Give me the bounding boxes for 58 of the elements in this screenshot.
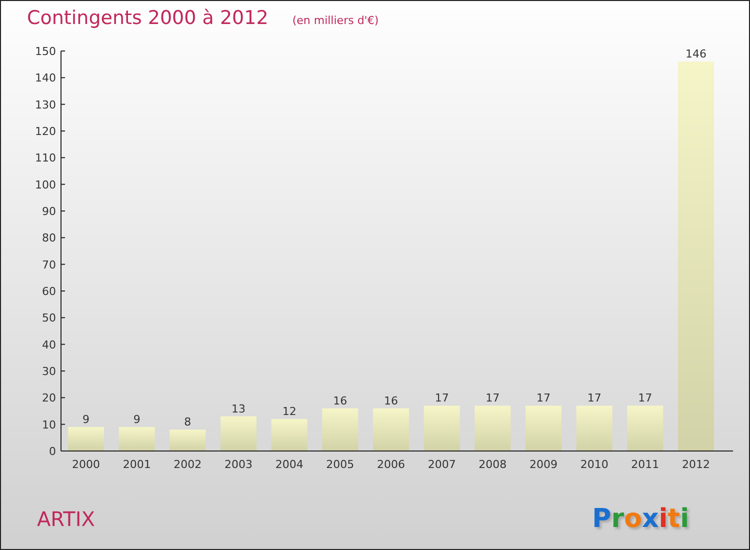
y-tick-label: 130	[35, 98, 56, 112]
y-tick-label: 100	[35, 178, 56, 192]
y-tick-label: 70	[42, 258, 56, 272]
bar	[68, 427, 104, 451]
y-tick-label: 30	[42, 365, 56, 378]
data-label: 8	[184, 416, 192, 429]
bar	[526, 406, 562, 451]
data-label: 16	[333, 394, 348, 408]
data-label: 9	[133, 413, 140, 426]
logo: Proxiti	[592, 504, 689, 534]
data-label: 17	[638, 392, 652, 405]
x-tick-label: 2003	[224, 458, 252, 471]
data-label: 17	[434, 392, 449, 405]
y-tick-label: 60	[42, 285, 56, 298]
commune-name: ARTIX	[37, 507, 95, 531]
x-tick-label: 2002	[174, 458, 202, 471]
y-tick-label: 110	[35, 152, 56, 165]
bar	[627, 406, 664, 451]
bar	[170, 430, 206, 451]
data-label: 12	[282, 405, 296, 418]
y-tick-label: 20	[42, 392, 56, 405]
data-label: 17	[486, 392, 500, 405]
x-tick-label: 2012	[682, 458, 710, 471]
y-tick-label: 150	[35, 45, 56, 58]
y-tick-label: 90	[42, 205, 56, 218]
bar	[118, 427, 155, 451]
bar	[373, 408, 409, 451]
data-label: 17	[536, 392, 550, 405]
unit-label: (en milliers d'€)	[292, 14, 379, 27]
x-tick-label: 2011	[631, 458, 660, 471]
data-label: 16	[384, 394, 398, 408]
data-label: 9	[82, 413, 90, 426]
bar	[424, 406, 460, 451]
bar	[322, 408, 358, 451]
x-tick-label: 2009	[530, 458, 558, 471]
x-tick-label: 2000	[72, 458, 100, 471]
bar	[576, 406, 612, 451]
x-tick-label: 2006	[377, 458, 405, 471]
chart-title: Contingents 2000 à 2012	[27, 7, 268, 29]
x-tick-label: 2004	[275, 458, 304, 471]
data-label: 17	[587, 392, 602, 405]
y-tick-label: 0	[49, 445, 56, 458]
x-tick-label: 2007	[428, 458, 456, 471]
x-tick-label: 2005	[326, 458, 354, 471]
y-tick-label: 120	[35, 125, 56, 138]
bar	[271, 419, 308, 451]
x-tick-label: 2008	[478, 458, 507, 471]
y-tick-label: 140	[35, 72, 56, 85]
bar	[220, 416, 256, 451]
x-tick-label: 2010	[580, 458, 608, 471]
y-tick-label: 10	[42, 418, 56, 432]
y-tick-label: 40	[42, 338, 56, 352]
data-label: 13	[232, 402, 246, 416]
x-tick-label: 2001	[122, 458, 151, 471]
y-tick-label: 80	[42, 232, 56, 245]
bar	[474, 406, 511, 451]
y-tick-label: 50	[42, 312, 56, 325]
data-label: 146	[686, 48, 706, 61]
